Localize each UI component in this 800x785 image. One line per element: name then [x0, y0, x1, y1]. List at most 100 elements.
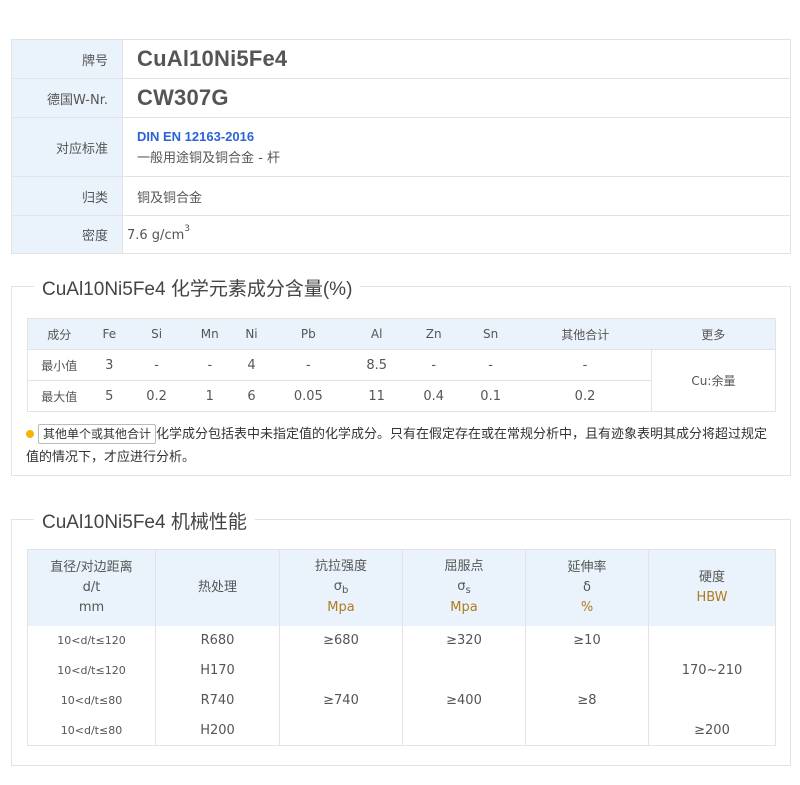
header-line: 硬度	[698, 569, 725, 585]
table-row: 最小值 3 - - 4 - 8.5 - - - Cu:余量	[27, 349, 776, 412]
heat-cell: R680	[155, 625, 280, 656]
header-line: 直径/对边距离	[50, 559, 133, 575]
table-cell: 0.2	[146, 388, 167, 404]
tensile-cell	[279, 715, 403, 746]
table-cell: -	[128, 349, 186, 381]
bullet-icon	[26, 429, 34, 438]
header-unit: HBW	[696, 589, 728, 605]
heat-cell: R740	[155, 685, 280, 716]
table-cell: 0.05	[293, 388, 323, 404]
table-cell: 5	[105, 388, 114, 404]
heat-cell: H170	[155, 655, 280, 686]
yield-cell	[402, 715, 526, 746]
table-row: 10<d/t≤120 R680 ≥680 ≥320 ≥10	[27, 625, 776, 656]
standard-link[interactable]: DIN EN 12163-2016	[137, 129, 790, 144]
header-line: 抗拉强度	[314, 559, 367, 575]
header-line: 延伸率	[567, 559, 607, 575]
hardness-cell	[649, 626, 776, 656]
table-cell: 0.4	[423, 388, 444, 404]
category-label: 归类	[11, 176, 123, 216]
table-cell: -	[185, 349, 235, 381]
material-info-table: 牌号 CuAl10Ni5Fe4 德国W-Nr. CW307G 对应标准 DIN …	[11, 39, 791, 254]
mechanical-section: CuAl10Ni5Fe4 机械性能 直径/对边距离 d/t mm 热处理 抗拉强…	[11, 507, 791, 766]
table-cell: 8.5	[348, 349, 406, 381]
wnr-label: 德国W-Nr.	[11, 78, 123, 118]
elongation-cell: ≥10	[525, 625, 649, 656]
table-row: 10<d/t≤80 R740 ≥740 ≥400 ≥8	[27, 685, 776, 716]
col-header-yield: 屈服点 σs Mpa	[402, 549, 526, 626]
subscript: b	[341, 585, 349, 597]
col-header-heat: 热处理	[155, 549, 280, 626]
col-header: 其他合计	[519, 318, 652, 350]
chemistry-title: CuAl10Ni5Fe4 化学元素成分含量(%)	[34, 274, 361, 301]
table-cell: -	[462, 349, 520, 381]
hardness-cell: 170~210	[681, 663, 743, 678]
table-row: 10<d/t≤120 H170 170~210	[27, 655, 776, 686]
subscript: s	[465, 585, 471, 597]
tensile-cell: ≥680	[279, 625, 403, 656]
col-header: Al	[348, 318, 406, 350]
density-number: 7.6 g/cm	[127, 227, 185, 243]
dimension-cell: 10<d/t≤120	[27, 655, 156, 686]
col-header: Si	[128, 318, 186, 350]
header-unit: Mpa	[327, 600, 355, 616]
col-header: 成分	[27, 318, 91, 350]
grade-value: CuAl10Ni5Fe4	[137, 46, 288, 71]
chemistry-note: 其他单个或其他合计 化学成分包括表中未指定值的化学成分。只有在假定存在或在常规分析…	[26, 423, 778, 469]
hardness-cell: ≥200	[694, 722, 730, 738]
dimension-cell: 10<d/t≤120	[27, 625, 156, 656]
header-line: mm	[78, 599, 105, 615]
density-exponent: 3	[184, 224, 190, 235]
mechanical-header-row: 直径/对边距离 d/t mm 热处理 抗拉强度 σb Mpa 屈服点 σs Mp…	[27, 549, 776, 626]
standard-label: 对应标准	[11, 117, 123, 177]
table-cell: 11	[368, 388, 385, 404]
col-header: Sn	[462, 318, 520, 350]
more-cell: Cu:余量	[650, 349, 776, 412]
header-line: d/t	[82, 579, 101, 595]
delta-symbol: δ	[583, 579, 591, 595]
sigma-symbol: σ	[333, 579, 342, 595]
tensile-cell	[279, 655, 403, 686]
table-cell: -	[519, 349, 652, 381]
col-header: Mn	[185, 318, 235, 350]
elongation-cell: ≥8	[525, 685, 649, 716]
header-symbol: σb	[280, 577, 402, 598]
header-symbol: σs	[403, 577, 525, 598]
col-header: Zn	[405, 318, 463, 350]
sigma-symbol: σ	[457, 579, 466, 595]
table-cell: 0.1	[480, 388, 501, 404]
standard-description: 一般用途铜及铜合金 - 杆	[137, 150, 280, 166]
mechanical-table: 直径/对边距离 d/t mm 热处理 抗拉强度 σb Mpa 屈服点 σs Mp…	[27, 549, 776, 746]
col-header-hardness: 硬度 HBW	[648, 549, 776, 626]
grade-label: 牌号	[11, 39, 123, 79]
dimension-cell: 10<d/t≤80	[27, 715, 156, 746]
density-value: 7.6 g/cm3	[127, 224, 190, 243]
header-unit: Mpa	[450, 600, 478, 616]
row-label: 最大值	[41, 389, 78, 404]
col-header: Ni	[234, 318, 269, 350]
note-tag: 其他单个或其他合计	[38, 424, 157, 444]
chemistry-section: CuAl10Ni5Fe4 化学元素成分含量(%) 成分 Fe Si Mn Ni …	[11, 274, 791, 476]
wnr-value: CW307G	[137, 85, 229, 110]
table-cell: 1	[205, 388, 214, 404]
col-header-dimension: 直径/对边距离 d/t mm	[27, 549, 156, 626]
heat-cell: H200	[155, 715, 280, 746]
category-value: 铜及铜合金	[137, 190, 203, 206]
table-cell: 6	[247, 388, 256, 404]
elongation-cell	[525, 655, 649, 686]
table-cell: 0.2	[574, 388, 596, 404]
density-label: 密度	[11, 215, 123, 254]
table-row: 10<d/t≤80 H200 ≥200	[27, 715, 776, 746]
tensile-cell: ≥740	[279, 685, 403, 716]
header-line: 屈服点	[444, 559, 484, 575]
elongation-cell	[525, 715, 649, 746]
yield-cell: ≥320	[402, 625, 526, 656]
col-header-tensile: 抗拉强度 σb Mpa	[279, 549, 403, 626]
table-cell: 3	[90, 349, 129, 381]
table-cell: 4	[234, 349, 269, 381]
yield-cell: ≥400	[402, 685, 526, 716]
yield-cell	[402, 655, 526, 686]
chemistry-header-row: 成分 Fe Si Mn Ni Pb Al Zn Sn 其他合计 更多	[27, 318, 776, 350]
col-header: Pb	[268, 318, 349, 350]
col-header-more: 更多	[651, 318, 776, 350]
